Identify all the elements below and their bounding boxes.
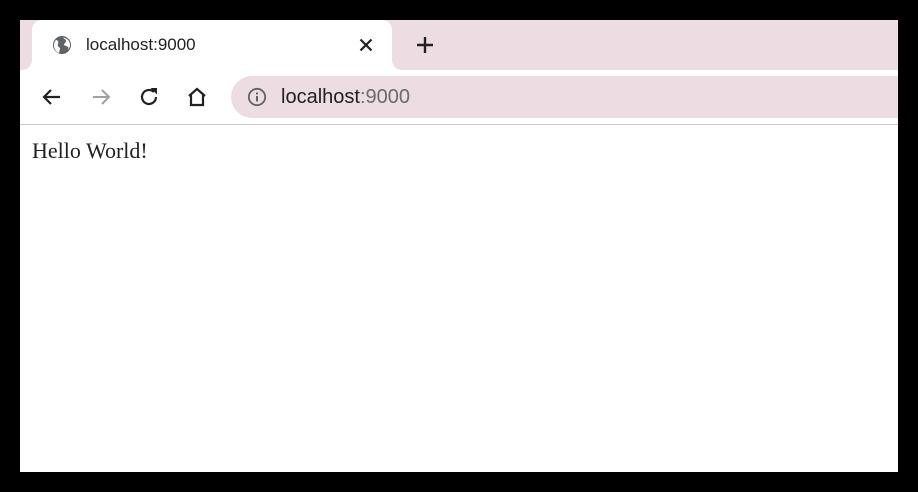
info-icon[interactable]: [247, 87, 267, 107]
screenshot-frame: localhost:9000 localhost:9000 Hello Worl…: [0, 0, 918, 492]
globe-icon: [53, 36, 71, 54]
close-icon[interactable]: [354, 33, 378, 57]
home-icon[interactable]: [184, 84, 210, 110]
url-port: :9000: [359, 86, 410, 108]
tab-active[interactable]: localhost:9000: [32, 20, 392, 70]
arrow-right-icon[interactable]: [88, 84, 114, 110]
page-body-text: Hello World!: [32, 138, 148, 163]
tab-strip: localhost:9000: [20, 20, 898, 70]
toolbar: localhost:9000: [20, 70, 898, 125]
page-content: Hello World!: [20, 125, 898, 472]
tab-title: localhost:9000: [86, 35, 196, 54]
browser-window: localhost:9000 localhost:9000 Hello Worl…: [20, 20, 898, 472]
url-text[interactable]: localhost:9000: [281, 86, 410, 108]
url-host: localhost: [281, 86, 360, 108]
address-bar[interactable]: localhost:9000: [231, 76, 898, 118]
arrow-left-icon[interactable]: [39, 84, 65, 110]
plus-icon[interactable]: [411, 31, 439, 59]
reload-icon[interactable]: [136, 84, 162, 110]
